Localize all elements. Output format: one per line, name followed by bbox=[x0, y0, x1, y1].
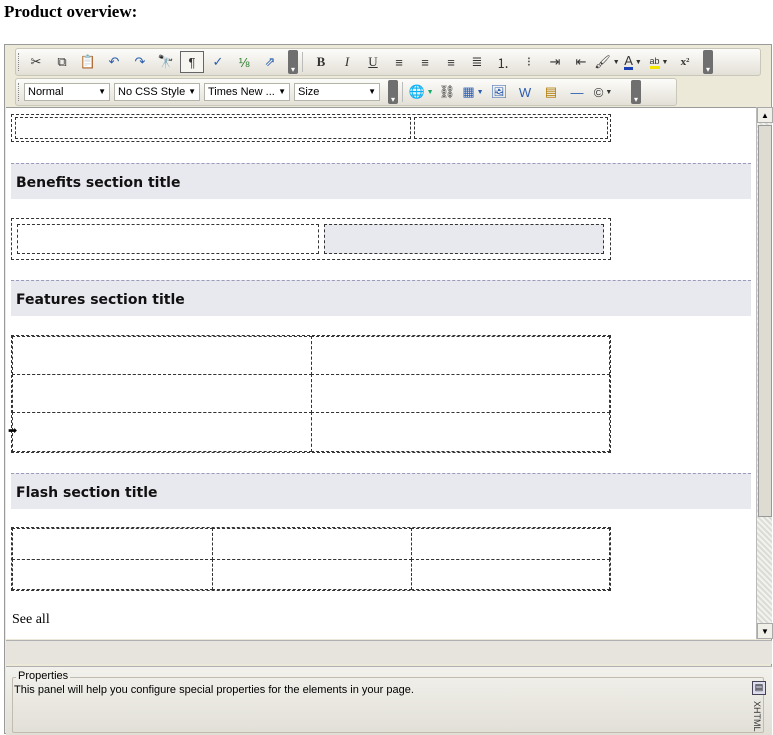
toolbar-grip[interactable] bbox=[18, 53, 21, 71]
font-name-select[interactable]: Times New ... ▼ bbox=[204, 83, 290, 101]
indent-icon[interactable]: ⇥ bbox=[543, 51, 567, 73]
font-size-value: Size bbox=[298, 86, 320, 98]
align-right-icon[interactable]: ≡ bbox=[439, 51, 463, 73]
xhtml-label: XHTML bbox=[752, 701, 762, 732]
table-cell[interactable] bbox=[12, 374, 312, 413]
table-cell[interactable] bbox=[311, 374, 610, 413]
insert-document-icon[interactable]: ▤ bbox=[539, 81, 563, 103]
undo-icon[interactable]: ↶ bbox=[102, 51, 126, 73]
scroll-up-button[interactable]: ▲ bbox=[757, 107, 773, 123]
numbered-list-icon[interactable]: ⒈ bbox=[491, 51, 515, 73]
align-left-icon[interactable]: ≡ bbox=[387, 51, 411, 73]
chevron-down-icon: ▼ bbox=[278, 87, 286, 96]
benefits-table[interactable] bbox=[11, 218, 611, 260]
table-cell[interactable] bbox=[212, 559, 412, 590]
font-size-select[interactable]: Size ▼ bbox=[294, 83, 380, 101]
insert-link-icon[interactable]: 🌐 ▼ bbox=[408, 81, 433, 103]
paste-from-word-icon[interactable]: W bbox=[513, 81, 537, 103]
module-manager-icon[interactable]: ⇗ bbox=[258, 51, 282, 73]
insert-symbol-button[interactable]: © ▼ bbox=[591, 81, 615, 103]
table-cell[interactable] bbox=[12, 528, 213, 560]
flash-table[interactable] bbox=[11, 527, 611, 591]
table-cell[interactable] bbox=[15, 117, 411, 139]
format-stripper-icon[interactable]: ⅛ bbox=[232, 51, 256, 73]
css-style-select[interactable]: No CSS Style ▼ bbox=[114, 83, 200, 101]
see-all-link[interactable]: See all bbox=[12, 612, 50, 628]
spellcheck-icon[interactable]: ✓ bbox=[206, 51, 230, 73]
editor-content-area[interactable]: Benefits section title Features section … bbox=[6, 107, 756, 639]
toolbar-grip[interactable] bbox=[18, 83, 21, 101]
chevron-down-icon: ▼ bbox=[368, 87, 376, 96]
table-cell[interactable] bbox=[414, 117, 608, 139]
table-cell[interactable] bbox=[411, 559, 610, 590]
insertion-arrow-icon: ➡ bbox=[8, 425, 18, 437]
properties-title: Properties bbox=[16, 670, 71, 682]
xhtml-view-icon[interactable]: ▤ bbox=[752, 681, 766, 695]
properties-description: This panel will help you configure speci… bbox=[14, 684, 414, 696]
table-cell[interactable] bbox=[12, 559, 213, 590]
features-table[interactable] bbox=[11, 335, 611, 453]
format-painter-icon[interactable]: 🖌 ▼ bbox=[594, 51, 619, 73]
features-section-title[interactable]: Features section title bbox=[11, 280, 751, 316]
remove-link-icon[interactable]: ⛓ bbox=[435, 81, 459, 103]
table-cell[interactable] bbox=[311, 412, 610, 452]
align-center-icon[interactable]: ≡ bbox=[413, 51, 437, 73]
superscript-button[interactable]: x² bbox=[673, 51, 697, 73]
chevron-down-icon: ▼ bbox=[188, 87, 196, 96]
properties-panel: Properties This panel will help you conf… bbox=[6, 666, 772, 735]
toolbar-overflow-button-3[interactable]: ▾ bbox=[388, 80, 398, 104]
bold-button[interactable]: B bbox=[309, 51, 333, 73]
benefits-section-title[interactable]: Benefits section title bbox=[11, 163, 751, 199]
insert-table-icon[interactable]: ▦ ▼ bbox=[461, 81, 485, 103]
chevron-down-icon: ▼ bbox=[98, 87, 106, 96]
paste-icon[interactable]: 📋 bbox=[76, 51, 100, 73]
toolbar-separator bbox=[402, 82, 403, 102]
toolbar-overflow-button-4[interactable]: ▾ bbox=[631, 80, 641, 104]
find-icon[interactable]: 🔭 bbox=[154, 51, 178, 73]
toolbar-row-2: Normal ▼ No CSS Style ▼ Times New ... ▼ … bbox=[15, 78, 677, 106]
toolbar-separator bbox=[302, 52, 303, 72]
font-color-glyph: A bbox=[624, 52, 633, 70]
copy-icon[interactable]: ⧉ bbox=[50, 51, 74, 73]
table-cell[interactable] bbox=[212, 528, 412, 560]
underline-button[interactable]: U bbox=[361, 51, 385, 73]
horizontal-rule-icon[interactable]: — bbox=[565, 81, 589, 103]
flash-section-title[interactable]: Flash section title bbox=[11, 473, 751, 509]
toolbar-row-1: ✂ ⧉ 📋 ↶ ↷ 🔭 ¶ ✓ ⅛ ⇗ ▾ B I U ≡ ≡ ≡ ≣ ⒈ ⁝ … bbox=[15, 48, 761, 76]
scroll-down-button[interactable]: ▼ bbox=[757, 623, 773, 639]
redo-icon[interactable]: ↷ bbox=[128, 51, 152, 73]
cut-icon[interactable]: ✂ bbox=[24, 51, 48, 73]
insert-image-icon[interactable]: 🖼 bbox=[487, 81, 511, 103]
font-name-value: Times New ... bbox=[208, 86, 275, 98]
scrollbar-thumb[interactable] bbox=[758, 125, 772, 517]
css-style-value: No CSS Style bbox=[118, 86, 186, 98]
outdent-icon[interactable]: ⇤ bbox=[569, 51, 593, 73]
highlight-color-button[interactable]: ab ▼ bbox=[647, 51, 671, 73]
editor-status-bar bbox=[6, 640, 772, 664]
table-cell[interactable] bbox=[17, 224, 319, 254]
toolbar-overflow-button-2[interactable]: ▾ bbox=[703, 50, 713, 74]
paragraph-marks-icon[interactable]: ¶ bbox=[180, 51, 204, 73]
table-cell[interactable] bbox=[411, 528, 610, 560]
table-cell[interactable] bbox=[12, 336, 312, 375]
toolbar-overflow-button[interactable]: ▾ bbox=[288, 50, 298, 74]
highlight-glyph: ab bbox=[649, 56, 660, 69]
italic-button[interactable]: I bbox=[335, 51, 359, 73]
table-cell[interactable] bbox=[311, 336, 610, 375]
font-color-button[interactable]: A ▼ bbox=[621, 51, 645, 73]
page-title: Product overview: bbox=[4, 2, 138, 21]
table-cell[interactable] bbox=[324, 224, 604, 254]
content-table[interactable] bbox=[11, 114, 611, 142]
paragraph-format-value: Normal bbox=[28, 86, 64, 98]
table-cell[interactable] bbox=[12, 412, 312, 452]
justify-icon[interactable]: ≣ bbox=[465, 51, 489, 73]
vertical-scrollbar[interactable]: ▲ ▼ bbox=[756, 107, 773, 639]
bullet-list-icon[interactable]: ⁝ bbox=[517, 51, 541, 73]
paragraph-format-select[interactable]: Normal ▼ bbox=[24, 83, 110, 101]
rich-text-editor: ✂ ⧉ 📋 ↶ ↷ 🔭 ¶ ✓ ⅛ ⇗ ▾ B I U ≡ ≡ ≡ ≣ ⒈ ⁝ … bbox=[4, 44, 773, 735]
copyright-glyph: © bbox=[593, 84, 604, 100]
